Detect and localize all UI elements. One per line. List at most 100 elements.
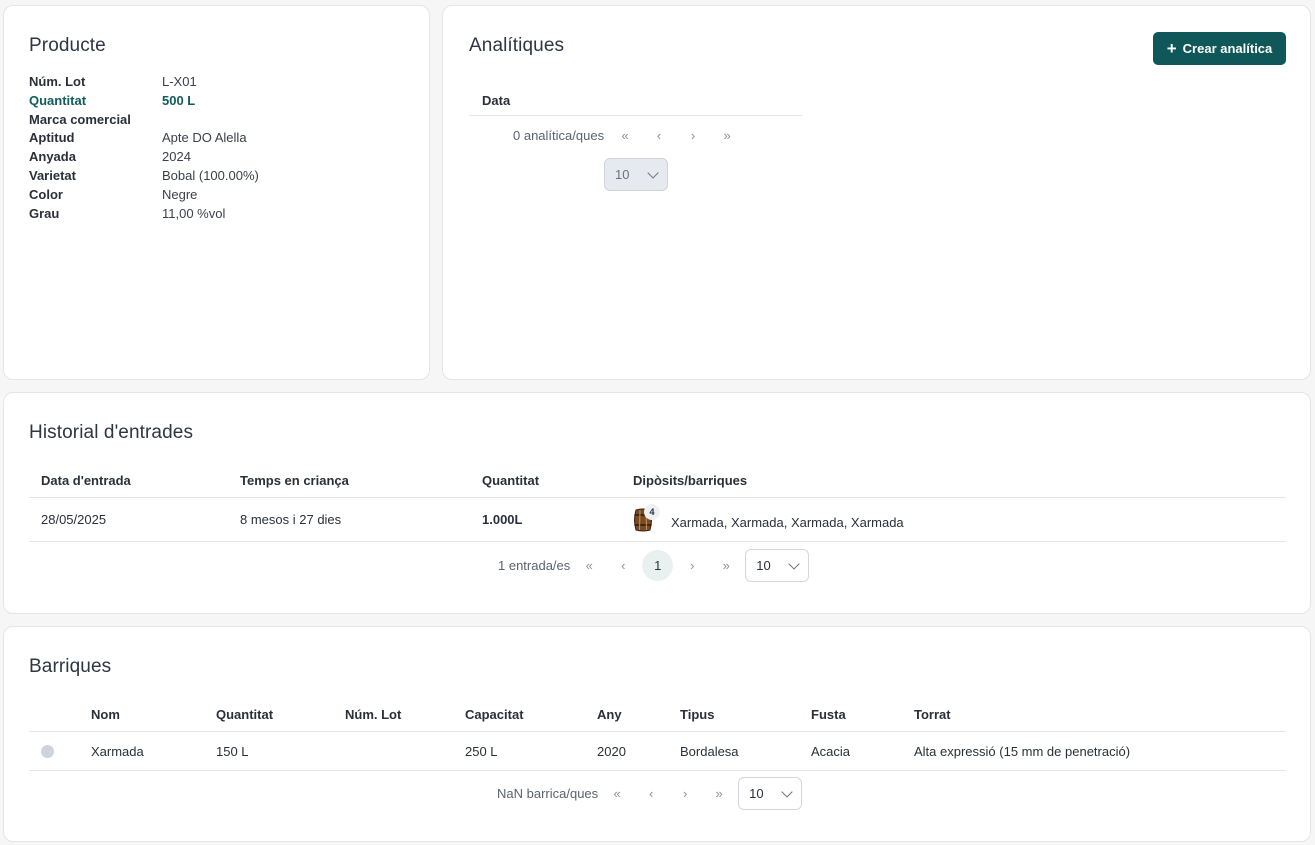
first-page-icon[interactable]: « xyxy=(572,558,606,573)
prev-page-icon[interactable]: ‹ xyxy=(634,786,668,801)
barrels-count: NaN barrica/ques xyxy=(497,786,599,801)
product-row-vintage: Anyada 2024 xyxy=(29,148,259,167)
variety-value: Bobal (100.00%) xyxy=(162,167,259,183)
entry-aging: 8 mesos i 27 dies xyxy=(240,512,342,527)
page-size-value: 10 xyxy=(615,167,630,182)
aptitude-label: Aptitud xyxy=(29,130,75,146)
next-page-icon[interactable]: › xyxy=(675,558,709,573)
history-card: Historial d'entrades Data d'entrada Temp… xyxy=(3,392,1311,614)
product-row-color: Color Negre xyxy=(29,186,259,205)
brand-label: Marca comercial xyxy=(29,111,131,127)
vintage-value: 2024 xyxy=(162,149,191,165)
column-header-aging: Temps en criança xyxy=(240,472,349,488)
product-row-variety: Varietat Bobal (100.00%) xyxy=(29,167,259,186)
aptitude-value: Apte DO Alella xyxy=(162,130,247,146)
chevron-down-icon xyxy=(647,166,659,179)
barrel-icon-group: 4 xyxy=(633,503,663,534)
last-page-icon[interactable]: » xyxy=(702,786,736,801)
page-size-value: 10 xyxy=(749,786,764,801)
barrels-title: Barriques xyxy=(29,656,112,677)
row-status xyxy=(29,744,91,758)
column-header-date: Data xyxy=(482,93,511,108)
column-header-containers: Dipòsits/barriques xyxy=(633,472,748,488)
column-header-quantity: Quantitat xyxy=(216,706,274,722)
column-header-toast: Torrat xyxy=(914,706,951,722)
barrel-wood: Acacia xyxy=(811,743,851,759)
chevron-down-icon xyxy=(788,557,800,570)
next-page-icon[interactable]: › xyxy=(676,128,710,143)
product-row-aptitude: Aptitud Apte DO Alella xyxy=(29,129,259,148)
first-page-icon[interactable]: « xyxy=(600,786,634,801)
history-count: 1 entrada/es xyxy=(498,558,571,573)
lot-label: Núm. Lot xyxy=(29,74,86,89)
analytics-page-size-select[interactable]: 10 xyxy=(604,158,668,191)
product-card: Producte Núm. Lot L-X01 Quantitat 500 L … xyxy=(3,5,430,380)
product-row-brand: Marca comercial xyxy=(29,111,259,130)
history-pager: 1 entrada/es « ‹ 1 › » 10 xyxy=(498,549,810,582)
degree-value: 11,00 %vol xyxy=(162,205,226,221)
column-header-type: Tipus xyxy=(680,706,715,722)
plus-icon: + xyxy=(1166,39,1177,58)
table-row[interactable]: 28/05/2025 8 mesos i 27 dies 1.000L 4 Xa… xyxy=(29,498,1286,542)
first-page-icon[interactable]: « xyxy=(608,128,642,143)
variety-label: Varietat xyxy=(29,167,76,183)
quantity-value: 500 L xyxy=(162,92,196,108)
color-label: Color xyxy=(29,186,63,202)
history-title: Historial d'entrades xyxy=(29,422,194,443)
column-header-name: Nom xyxy=(91,706,120,722)
history-table-header: Data d'entrada Temps en criança Quantita… xyxy=(29,463,1286,498)
chevron-down-icon xyxy=(781,785,793,798)
column-header-year: Any xyxy=(597,706,622,722)
barrels-table-header: Nom Quantitat Núm. Lot Capacitat Any Tip… xyxy=(29,697,1286,732)
analytics-count: 0 analítica/ques xyxy=(513,128,605,143)
column-header-lot: Núm. Lot xyxy=(345,706,402,722)
status-dot-icon xyxy=(41,744,54,758)
column-header-entry-date: Data d'entrada xyxy=(41,472,131,488)
prev-page-icon[interactable]: ‹ xyxy=(642,128,676,143)
container-count-badge: 4 xyxy=(644,503,660,520)
quantity-label: Quantitat xyxy=(29,92,87,108)
barrel-type: Bordalesa xyxy=(680,743,739,759)
prev-page-icon[interactable]: ‹ xyxy=(606,558,640,573)
analytics-table-header: Data xyxy=(469,86,802,116)
degree-label: Grau xyxy=(29,205,60,221)
lot-value: L-X01 xyxy=(162,74,197,89)
barrel-toast: Alta expressió (15 mm de penetració) xyxy=(914,743,1131,759)
product-row-quantity: Quantitat 500 L xyxy=(29,92,259,111)
history-table: Data d'entrada Temps en criança Quantita… xyxy=(29,463,1286,542)
create-analytics-label: Crear analítica xyxy=(1182,41,1273,56)
barrel-name: Xarmada xyxy=(91,743,144,759)
analytics-card: Analítiques + Crear analítica Data 0 ana… xyxy=(442,5,1311,380)
barrels-table: Nom Quantitat Núm. Lot Capacitat Any Tip… xyxy=(29,697,1286,771)
history-page-size-select[interactable]: 10 xyxy=(745,549,810,582)
analytics-pager: 0 analítica/ques « ‹ › » xyxy=(513,128,744,143)
product-title: Producte xyxy=(29,35,106,56)
barrels-page-size-select[interactable]: 10 xyxy=(738,777,803,810)
barrel-year: 2020 xyxy=(597,743,626,759)
create-analytics-button[interactable]: + Crear analítica xyxy=(1153,32,1286,65)
page-1-button[interactable]: 1 xyxy=(642,550,674,581)
last-page-icon[interactable]: » xyxy=(710,128,744,143)
barrels-card: Barriques Nom Quantitat Núm. Lot Capacit… xyxy=(3,626,1311,842)
table-row[interactable]: Xarmada 150 L 250 L 2020 Bordalesa Acaci… xyxy=(29,732,1286,771)
page-size-value: 10 xyxy=(756,558,771,573)
analytics-table: Data xyxy=(469,86,802,116)
barrel-capacity: 250 L xyxy=(465,743,498,759)
container-names: Xarmada, Xarmada, Xarmada, Xarmada xyxy=(671,515,904,530)
entry-quantity: 1.000L xyxy=(482,512,523,527)
product-row-lot: Núm. Lot L-X01 xyxy=(29,73,259,92)
product-details: Núm. Lot L-X01 Quantitat 500 L Marca com… xyxy=(29,73,259,223)
column-header-capacity: Capacitat xyxy=(465,706,524,722)
color-value: Negre xyxy=(162,186,198,202)
vintage-label: Anyada xyxy=(29,149,76,165)
barrel-quantity: 150 L xyxy=(216,743,249,759)
column-header-quantity: Quantitat xyxy=(482,472,540,488)
entry-containers: 4 Xarmada, Xarmada, Xarmada, Xarmada xyxy=(633,503,904,534)
next-page-icon[interactable]: › xyxy=(668,786,702,801)
analytics-title: Analítiques xyxy=(469,35,565,56)
last-page-icon[interactable]: » xyxy=(709,558,743,573)
barrels-pager: NaN barrica/ques « ‹ › » 10 xyxy=(497,777,803,810)
product-row-degree: Grau 11,00 %vol xyxy=(29,205,259,224)
column-header-wood: Fusta xyxy=(811,706,846,722)
entry-date: 28/05/2025 xyxy=(41,512,107,527)
